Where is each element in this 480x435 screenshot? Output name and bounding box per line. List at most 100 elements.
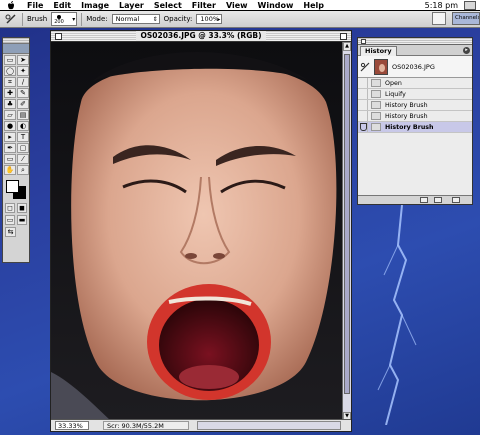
hand-tool-icon[interactable]: ✋ [4,165,16,175]
quickmask-mode-icon[interactable]: ◼ [17,203,27,213]
history-state-icon [371,90,381,98]
document-window: OS02036.JPG @ 33.3% (RGB) ▲ ▼ 33.33% Scr… [50,30,352,432]
trash-icon[interactable] [452,197,460,203]
history-state[interactable]: History Brush [358,100,472,111]
dodge-tool-icon[interactable]: ◐ [17,121,29,131]
history-source-checkbox[interactable] [358,111,368,121]
history-state-label: History Brush [385,112,428,120]
new-document-icon[interactable] [420,197,428,203]
mode-label: Mode: [86,15,108,23]
document-statusbar: 33.33% Scr: 90.3M/55.2M [51,419,351,431]
close-box-icon[interactable] [361,39,366,44]
slice-tool-icon[interactable]: ∕ [17,77,29,87]
menu-file[interactable]: File [22,0,48,11]
menubar-clock[interactable]: 5:18 pm [425,0,458,11]
move-tool-icon[interactable]: ➤ [17,55,29,65]
healing-tool-icon[interactable]: ✚ [4,88,16,98]
history-state[interactable]: Liquify [358,89,472,100]
zoom-tool-icon[interactable]: ⌕ [17,165,29,175]
image-canvas[interactable] [51,42,344,421]
jump-row: ⇆ [3,226,29,238]
eraser-tool-icon[interactable]: ▱ [4,110,16,120]
menu-view[interactable]: View [221,0,253,11]
eyedropper-tool-icon[interactable]: ⁄ [17,154,29,164]
history-brush-tool-icon[interactable] [4,12,18,26]
opacity-value: 100% [200,15,220,23]
history-source-checkbox[interactable] [358,122,368,132]
history-footer [358,195,472,204]
mode-select[interactable]: Normal ⇕ [111,14,160,24]
history-source-checkbox[interactable] [358,78,368,88]
horizontal-scrollbar[interactable] [197,421,341,430]
menu-help[interactable]: Help [298,0,329,11]
scroll-up-icon[interactable]: ▲ [343,42,351,51]
history-state-label: History Brush [385,123,434,131]
zoom-level-field[interactable]: 33.33% [55,421,89,430]
blur-tool-icon[interactable]: ● [4,121,16,131]
stamp-tool-icon[interactable]: ♣ [4,99,16,109]
standard-mode-icon[interactable]: ◻ [5,203,15,213]
history-state-label: History Brush [385,101,428,109]
type-tool-icon[interactable]: T [17,132,29,142]
history-brush-tool-icon[interactable]: ✐ [17,99,29,109]
new-snapshot-icon[interactable] [434,197,442,203]
marquee-tool-icon[interactable]: ▭ [4,55,16,65]
close-box-icon[interactable] [55,33,62,40]
document-title: OS02036.JPG @ 33.3% (RGB) [136,31,266,41]
notes-tool-icon[interactable]: ▭ [4,154,16,164]
application-menu-icon[interactable] [464,1,476,10]
scratch-size-readout[interactable]: Scr: 90.3M/55.2M [103,421,189,430]
photo-screaming-face [51,42,344,421]
crop-tool-icon[interactable]: ⌗ [4,77,16,87]
zoom-box-icon[interactable] [340,33,347,40]
apple-menu-icon[interactable] [0,0,22,10]
tools-grid: ▭ ➤ ◯ ✦ ⌗ ∕ ✚ ✎ ♣ ✐ ▱ ▤ ● ◐ ▸ T ✒ ▢ ▭ ⁄ … [3,54,29,176]
jump-to-imageready-icon[interactable]: ⇆ [5,227,16,237]
menu-window[interactable]: Window [253,0,299,11]
pen-tool-icon[interactable]: ✒ [4,143,16,153]
lasso-tool-icon[interactable]: ◯ [4,66,16,76]
history-titlebar[interactable] [358,38,472,45]
menu-layer[interactable]: Layer [114,0,149,11]
opacity-field[interactable]: 100% ▸ [196,14,223,24]
palette-menu-arrow-icon[interactable]: ▸ [463,47,470,54]
brush-tool-icon[interactable]: ✎ [17,88,29,98]
vertical-scrollbar[interactable]: ▲ ▼ [342,42,351,421]
desktop-lightning [377,205,417,425]
history-state-icon [371,79,381,87]
history-state-active[interactable]: History Brush [358,122,472,133]
document-titlebar[interactable]: OS02036.JPG @ 33.3% (RGB) [51,31,351,42]
menu-select[interactable]: Select [149,0,187,11]
history-state[interactable]: History Brush [358,111,472,122]
gradient-tool-icon[interactable]: ▤ [17,110,29,120]
foreground-color-swatch[interactable] [6,180,19,193]
magic-wand-tool-icon[interactable]: ✦ [17,66,29,76]
airbrush-toggle-icon[interactable] [432,12,446,25]
fullscreen-mode-icon[interactable]: ▬ [17,215,27,225]
history-brush-source-icon[interactable] [358,62,372,72]
menu-filter[interactable]: Filter [187,0,221,11]
history-source-checkbox[interactable] [358,89,368,99]
snapshot-thumbnail [374,58,388,75]
path-select-tool-icon[interactable]: ▸ [4,132,16,142]
menu-edit[interactable]: Edit [48,0,76,11]
history-state-icon [371,112,381,120]
screen-mode-row: ▭ ▬ [3,214,29,226]
history-state-label: Liquify [385,90,406,98]
tab-history[interactable]: History [360,46,397,56]
adobe-logo-icon[interactable] [3,44,29,54]
history-state-icon [371,123,381,131]
opacity-label: Opacity: [163,15,193,23]
history-source-checkbox[interactable] [358,100,368,110]
history-state-label: Open [385,79,402,87]
brush-picker[interactable]: 200 ▾ [51,12,78,26]
history-snapshot[interactable]: OS02036.JPG [358,56,472,78]
history-state[interactable]: Open [358,78,472,89]
options-bar: Brush 200 ▾ Mode: Normal ⇕ Opacity: 100%… [0,11,480,28]
screen-mode-icon[interactable]: ▭ [5,215,15,225]
shape-tool-icon[interactable]: ▢ [17,143,29,153]
menu-image[interactable]: Image [76,0,114,11]
scroll-thumb[interactable] [344,54,350,394]
palette-well[interactable]: Channels [452,12,480,25]
history-tab-row: History ▸ [358,45,472,56]
